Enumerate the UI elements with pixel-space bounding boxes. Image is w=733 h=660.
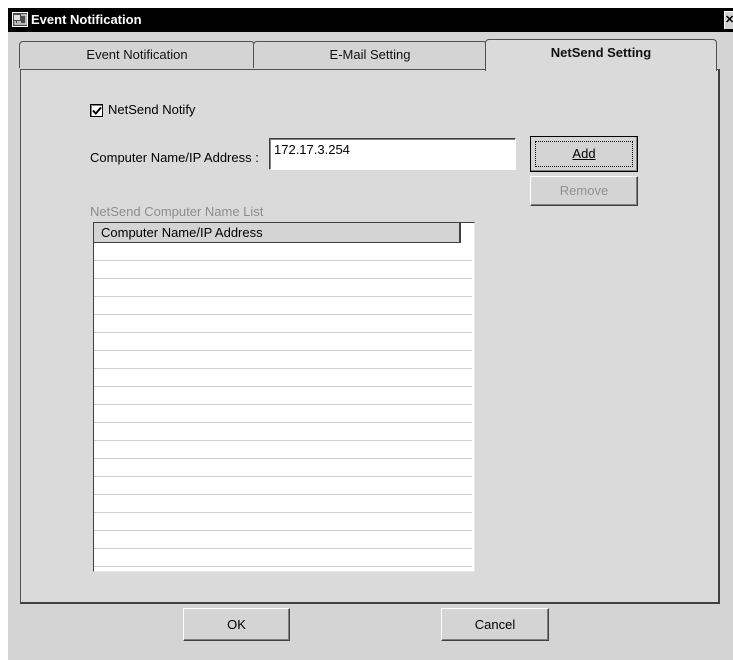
list-caption: NetSend Computer Name List (90, 204, 264, 219)
list-row[interactable] (94, 243, 472, 261)
title-bar[interactable]: Event Notification ✕ (8, 8, 733, 32)
tab-netsend-setting[interactable]: NetSend Setting (485, 39, 717, 71)
list-row[interactable] (94, 477, 472, 495)
cancel-button[interactable]: Cancel (441, 608, 549, 641)
list-row[interactable] (94, 333, 472, 351)
list-column-header[interactable]: Computer Name/IP Address (94, 223, 461, 243)
list-row[interactable] (94, 495, 472, 513)
list-row[interactable] (94, 531, 472, 549)
add-button[interactable]: Add (530, 136, 638, 172)
tab-label: Event Notification (86, 47, 188, 62)
list-row[interactable] (94, 459, 472, 477)
ok-button[interactable]: OK (183, 608, 290, 641)
list-row[interactable] (94, 441, 472, 459)
tab-email-setting[interactable]: E-Mail Setting (253, 41, 487, 68)
list-row[interactable] (94, 387, 472, 405)
focus-rect (535, 141, 633, 167)
list-row[interactable] (94, 279, 472, 297)
list-row[interactable] (94, 261, 472, 279)
cancel-button-label: Cancel (474, 617, 516, 632)
checkmark-icon (92, 106, 102, 115)
netsend-notify-checkbox[interactable] (90, 104, 103, 117)
netsend-notify-label[interactable]: NetSend Notify (108, 102, 195, 117)
list-row[interactable] (94, 369, 472, 387)
event-notification-icon (12, 12, 28, 27)
remove-button-label: Remove (559, 183, 609, 198)
close-icon[interactable]: ✕ (724, 11, 733, 29)
computer-name-list[interactable]: Computer Name/IP Address (93, 222, 475, 572)
address-input[interactable] (269, 138, 516, 170)
tab-event-notification[interactable]: Event Notification (19, 41, 255, 68)
list-row[interactable] (94, 513, 472, 531)
list-row[interactable] (94, 549, 472, 567)
list-column-label: Computer Name/IP Address (101, 225, 263, 240)
ok-button-label: OK (227, 617, 246, 632)
tab-label: E-Mail Setting (329, 47, 411, 62)
list-row[interactable] (94, 405, 472, 423)
remove-button[interactable]: Remove (530, 176, 638, 206)
tab-label: NetSend Setting (550, 45, 652, 60)
window-title: Event Notification (31, 12, 142, 27)
list-row[interactable] (94, 297, 472, 315)
list-row[interactable] (94, 315, 472, 333)
list-row[interactable] (94, 351, 472, 369)
address-label: Computer Name/IP Address : (90, 150, 259, 165)
list-row[interactable] (94, 423, 472, 441)
